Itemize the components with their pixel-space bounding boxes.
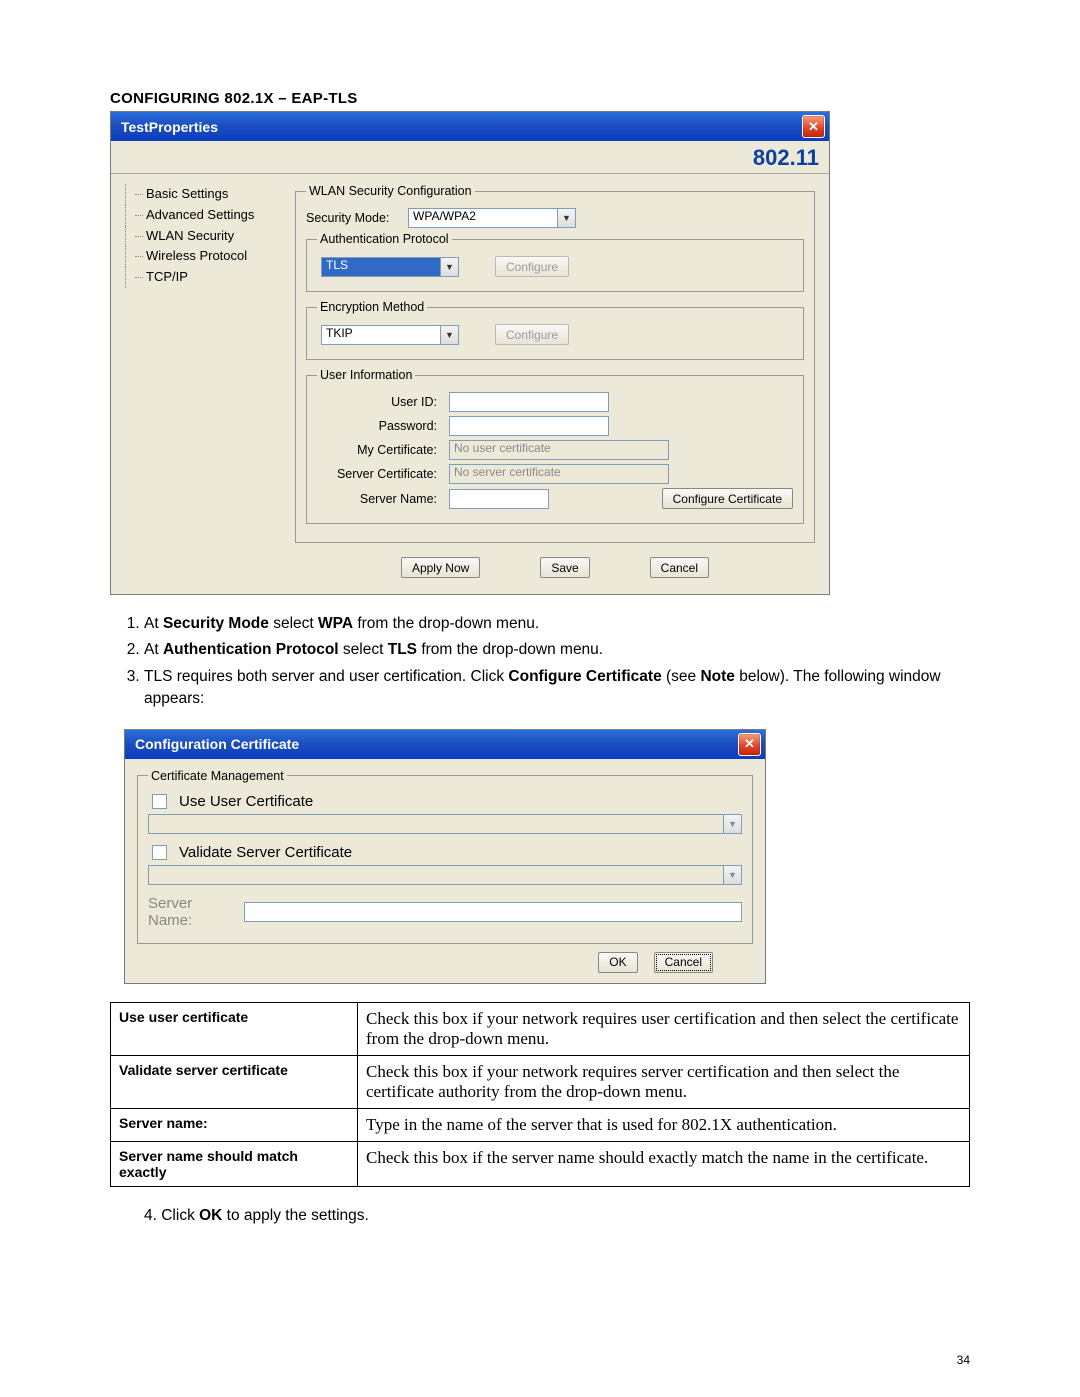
- server-cert-dropdown[interactable]: ▼: [148, 865, 742, 885]
- window-title: TestProperties: [121, 119, 218, 135]
- use-user-cert-label: Use User Certificate: [179, 793, 313, 810]
- step-3: TLS requires both server and user certif…: [144, 666, 970, 711]
- user-info-group: User Information User ID: Password: My C…: [306, 368, 804, 524]
- security-mode-label: Security Mode:: [306, 211, 402, 225]
- certificate-management-group: Certificate Management Use User Certific…: [137, 769, 753, 944]
- srvname-label: Server Name:: [317, 492, 443, 506]
- server-name-input[interactable]: [244, 902, 742, 922]
- user-cert-dropdown[interactable]: ▼: [148, 814, 742, 834]
- wlan-security-group: WLAN Security Configuration Security Mod…: [295, 184, 815, 543]
- tree-item[interactable]: TCP/IP: [125, 267, 275, 288]
- table-row: Server name should match exactlyCheck th…: [111, 1141, 970, 1186]
- userid-input[interactable]: [449, 392, 609, 412]
- password-input[interactable]: [449, 416, 609, 436]
- description-table: Use user certificateCheck this box if yo…: [110, 1002, 970, 1187]
- step-1: At Security Mode select WPA from the dro…: [144, 613, 970, 635]
- chevron-down-icon[interactable]: ▼: [724, 814, 742, 834]
- server-name-input[interactable]: [449, 489, 549, 509]
- section-heading: CONFIGURING 802.1X – EAP-TLS: [110, 90, 970, 107]
- config-certificate-window: Configuration Certificate ✕ Certificate …: [124, 729, 766, 984]
- apply-now-button[interactable]: Apply Now: [401, 557, 480, 578]
- chevron-down-icon[interactable]: ▼: [441, 257, 459, 277]
- security-mode-dropdown[interactable]: WPA/WPA2 ▼: [408, 208, 576, 228]
- close-icon[interactable]: ✕: [802, 115, 825, 138]
- userid-label: User ID:: [317, 395, 443, 409]
- tree-item[interactable]: WLAN Security: [125, 226, 275, 247]
- close-icon[interactable]: ✕: [738, 733, 761, 756]
- table-row: Server name:Type in the name of the serv…: [111, 1108, 970, 1141]
- table-row: Validate server certificateCheck this bo…: [111, 1055, 970, 1108]
- page-number: 34: [957, 1353, 970, 1367]
- brand-label: 802.11: [111, 141, 829, 174]
- table-row: Use user certificateCheck this box if yo…: [111, 1002, 970, 1055]
- srvcert-field: No server certificate: [449, 464, 669, 484]
- auth-protocol-dropdown[interactable]: TLS ▼: [321, 257, 459, 277]
- titlebar: Configuration Certificate ✕: [125, 730, 765, 759]
- cancel-button[interactable]: Cancel: [650, 557, 709, 578]
- use-user-cert-checkbox[interactable]: [152, 794, 167, 809]
- auth-protocol-group: Authentication Protocol TLS ▼ Configure: [306, 232, 804, 292]
- tree-item[interactable]: Wireless Protocol: [125, 246, 275, 267]
- chevron-down-icon[interactable]: ▼: [724, 865, 742, 885]
- encryption-group: Encryption Method TKIP ▼ Configure: [306, 300, 804, 360]
- tree-item[interactable]: Advanced Settings: [125, 205, 275, 226]
- configure-button[interactable]: Configure: [495, 256, 569, 277]
- nav-tree: Basic Settings Advanced Settings WLAN Se…: [125, 184, 275, 590]
- configure-button[interactable]: Configure: [495, 324, 569, 345]
- ok-button[interactable]: OK: [598, 952, 637, 973]
- instruction-list: At Security Mode select WPA from the dro…: [110, 613, 970, 711]
- validate-server-cert-checkbox[interactable]: [152, 845, 167, 860]
- window-title: Configuration Certificate: [135, 736, 299, 752]
- titlebar: TestProperties ✕: [111, 112, 829, 141]
- tree-item[interactable]: Basic Settings: [125, 184, 275, 205]
- step-4: 4. Click OK to apply the settings.: [110, 1207, 970, 1225]
- configure-certificate-button[interactable]: Configure Certificate: [662, 488, 793, 509]
- mycert-label: My Certificate:: [317, 443, 443, 457]
- cancel-button[interactable]: Cancel: [654, 952, 713, 973]
- encryption-dropdown[interactable]: TKIP ▼: [321, 325, 459, 345]
- step-2: At Authentication Protocol select TLS fr…: [144, 639, 970, 661]
- server-name-label: Server Name:: [148, 895, 238, 929]
- testproperties-window: TestProperties ✕ 802.11 Basic Settings A…: [110, 111, 830, 595]
- password-label: Password:: [317, 419, 443, 433]
- chevron-down-icon[interactable]: ▼: [441, 325, 459, 345]
- srvcert-label: Server Certificate:: [317, 467, 443, 481]
- validate-server-cert-label: Validate Server Certificate: [179, 844, 352, 861]
- mycert-field: No user certificate: [449, 440, 669, 460]
- save-button[interactable]: Save: [540, 557, 589, 578]
- chevron-down-icon[interactable]: ▼: [558, 208, 576, 228]
